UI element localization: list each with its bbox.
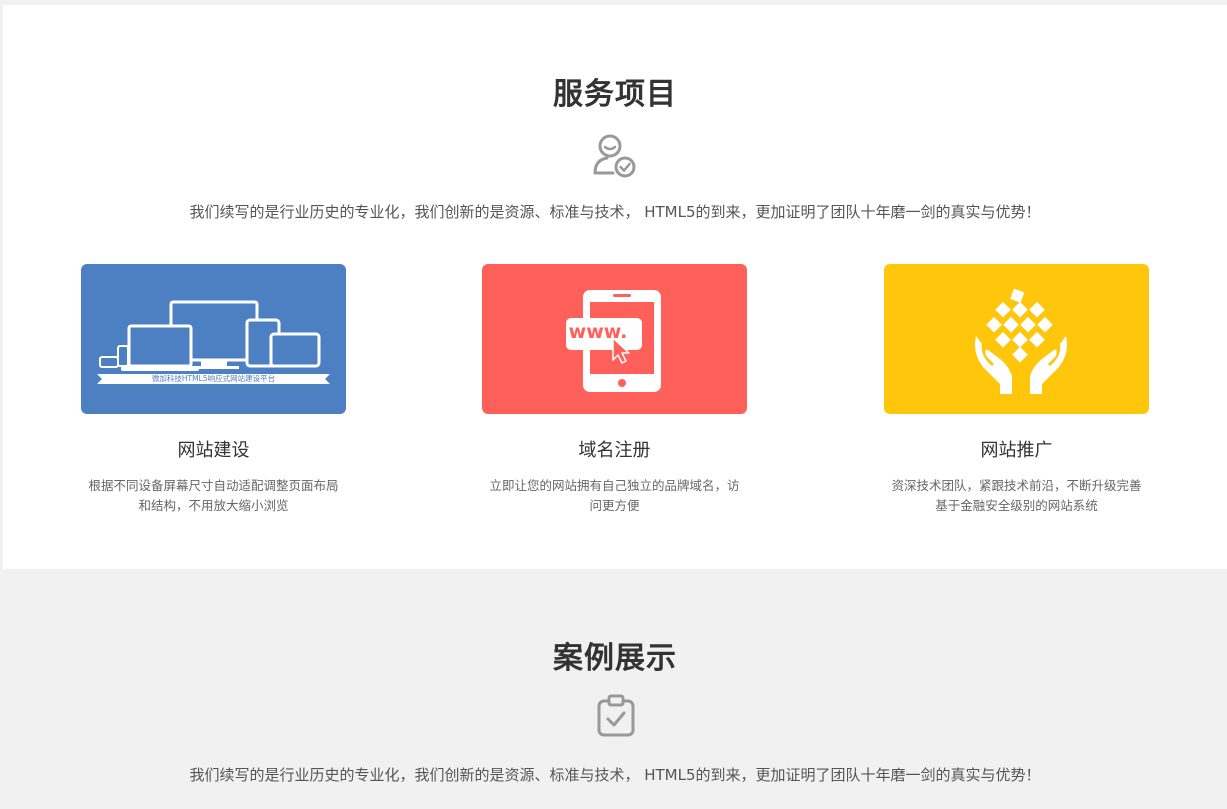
hands-cubes-icon <box>975 288 1067 394</box>
clipboard-check-icon <box>597 694 635 737</box>
cases-description: 我们续写的是行业历史的专业化，我们创新的是资源、标准与技术， HTML5的到来，… <box>189 766 1041 784</box>
promotion-card-description: 资深技术团队，紧跟技术前沿，不断升级完善基于金融安全级别的网站系统 <box>891 478 1142 513</box>
service-card-domain[interactable]: www. 域名注册 立即让您的网站拥有自己独立的品牌域名，访问更方便 <box>482 264 747 516</box>
service-card-website[interactable]: 微加科技HTML5响应式网站建设平台 网站建设 根据不同设备屏幕尺寸自动适配调整… <box>81 264 346 516</box>
website-banner[interactable]: 微加科技HTML5响应式网站建设平台 <box>81 264 346 414</box>
services-description: 我们续写的是行业历史的专业化，我们创新的是资源、标准与技术， HTML5的到来，… <box>189 203 1041 221</box>
domain-banner[interactable]: www. <box>482 264 747 414</box>
services-section: 服务项目 我们续写的是行业历史的专业化，我们创新的是资源、标准与技术， HTML… <box>3 5 1227 569</box>
cases-title: 案例展示 <box>553 641 677 676</box>
website-card-description: 根据不同设备屏幕尺寸自动适配调整页面布局和结构，不用放大缩小浏览 <box>88 478 339 513</box>
promotion-banner[interactable] <box>884 264 1149 414</box>
service-card-promotion[interactable]: 网站推广 资深技术团队，紧跟技术前沿，不断升级完善基于金融安全级别的网站系统 <box>884 264 1149 516</box>
promotion-card-title: 网站推广 <box>980 440 1053 461</box>
domain-card-description: 立即让您的网站拥有自己独立的品牌域名，访问更方便 <box>489 478 740 513</box>
responsive-devices-icon <box>97 300 330 384</box>
domain-banner-caption: www. <box>568 321 628 343</box>
cases-section: 案例展示 我们续写的是行业历史的专业化，我们创新的是资源、标准与技术， HTML… <box>3 569 1227 809</box>
user-check-icon <box>593 134 636 178</box>
website-card-title: 网站建设 <box>177 440 250 461</box>
domain-card-title: 域名注册 <box>578 440 651 461</box>
website-banner-caption: 微加科技HTML5响应式网站建设平台 <box>151 374 276 383</box>
services-title: 服务项目 <box>553 77 677 112</box>
